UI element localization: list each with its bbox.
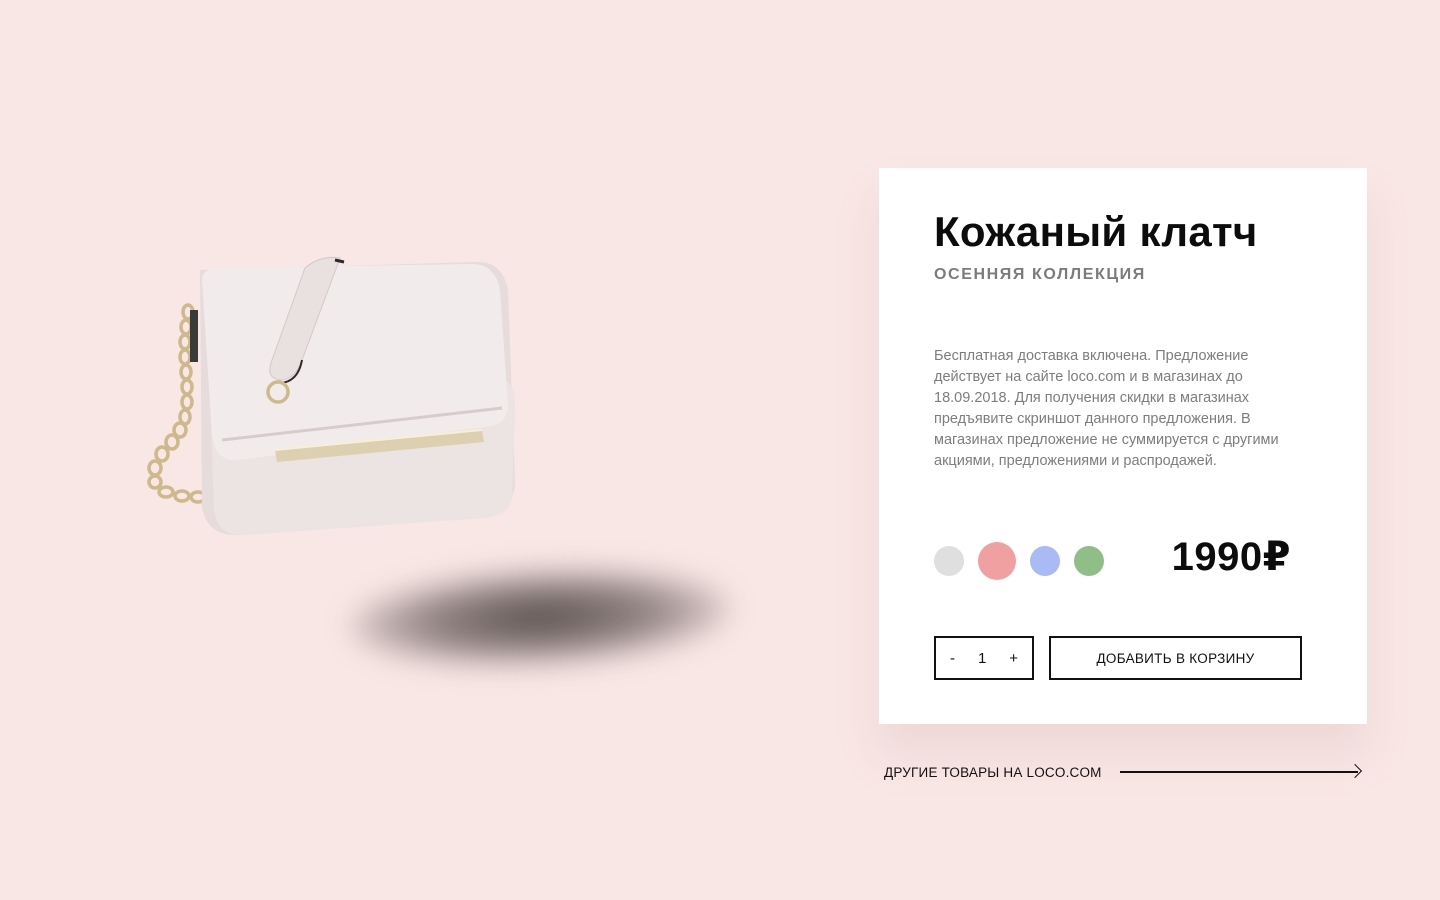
arrow-right-icon xyxy=(1120,771,1358,773)
color-swatch-blue[interactable] xyxy=(1030,546,1060,576)
add-to-cart-button[interactable]: ДОБАВИТЬ В КОРЗИНУ xyxy=(1049,636,1302,680)
color-swatches xyxy=(934,542,1118,580)
color-swatch-pink[interactable] xyxy=(978,542,1016,580)
collection-subtitle: ОСЕННЯЯ КОЛЛЕКЦИЯ xyxy=(934,266,1146,283)
color-swatch-grey[interactable] xyxy=(934,546,964,576)
leather-clutch-image xyxy=(147,257,516,536)
more-products-link[interactable]: ДРУГИЕ ТОВАРЫ НА LOCO.COM xyxy=(884,762,1364,782)
quantity-stepper: - 1 + xyxy=(934,636,1034,680)
quantity-value: 1 xyxy=(977,649,987,667)
product-description: Бесплатная доставка включена. Предложени… xyxy=(934,348,1279,469)
arrow-head-icon xyxy=(1347,763,1363,779)
product-title: Кожаный клатч xyxy=(934,208,1258,255)
quantity-increase-button[interactable]: + xyxy=(1009,650,1018,667)
quantity-decrease-button[interactable]: - xyxy=(950,650,955,667)
product-card: Кожаный клатч ОСЕННЯЯ КОЛЛЕКЦИЯ Бесплатн… xyxy=(879,168,1367,724)
color-swatch-green[interactable] xyxy=(1074,546,1104,576)
more-products-label: ДРУГИЕ ТОВАРЫ НА LOCO.COM xyxy=(884,764,1102,780)
product-price: 1990₽ xyxy=(1171,535,1291,579)
product-image xyxy=(130,210,750,690)
